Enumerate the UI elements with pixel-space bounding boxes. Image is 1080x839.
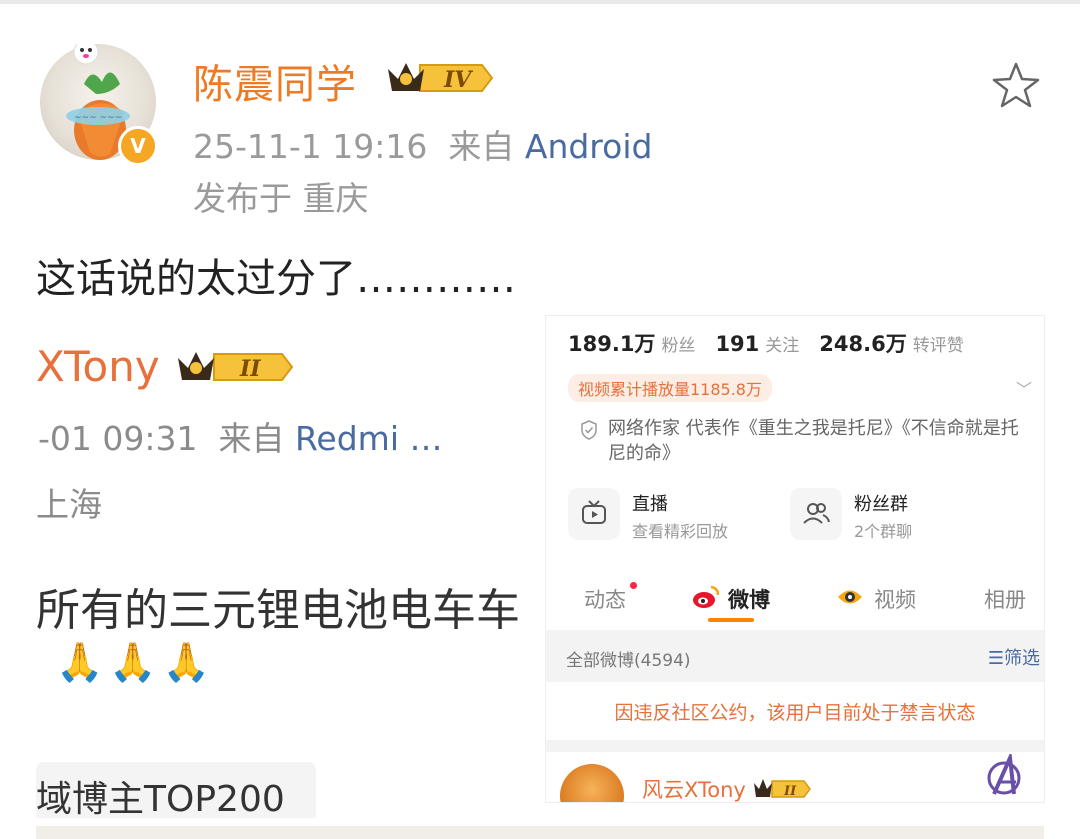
section-gap [546,740,1044,752]
footer-username: 风云XTony [642,778,746,802]
post-username[interactable]: 陈震同学 [193,52,357,110]
quoted-from-label: 来自 [218,419,285,458]
post-source[interactable]: Android [525,127,653,166]
quoted-time: -01 09:31 [38,419,198,458]
fans-group-subtitle: 2个群聊 [854,522,913,541]
level-badge-text: II [783,784,797,799]
profile-tabs: 动态 微博 视频 相册 [546,574,1044,628]
tv-icon [568,488,620,540]
likes-value: 248.6万 [819,332,907,356]
crown-badge-icon: IV [388,63,494,93]
next-image-strip [36,826,1044,839]
crown-badge-icon: II [178,352,294,382]
followers-value: 189.1万 [568,332,656,356]
likes-label: 转评赞 [912,336,964,356]
tab-active-indicator [708,618,754,622]
top-divider [0,0,1080,4]
tab-weibo: 微博 [728,588,770,612]
left-screenshot-image[interactable]: XTony II -01 09:31 来自 Redmi … 上海 所有的三元锂电… [36,318,544,818]
quoted-text: 所有的三元锂电池电车车 [36,585,520,636]
post-meta: 25-11-1 19:16 来自 Android [193,120,652,168]
avengers-logo-icon [987,754,1021,795]
quoted-location: 上海 [36,485,102,524]
right-screenshot-image[interactable]: 189.1万 粉丝 191 关注 248.6万 转评赞 视频累计播放量1185.8万 ﹀ … [546,316,1044,802]
live-title: 直播 [632,494,668,515]
all-weibo-count: 全部微博(4594) [566,651,691,671]
play-count-pill: 视频累计播放量1185.8万 [568,374,772,402]
tab-album: 相册 [984,588,1026,612]
level-badge-text: IV [443,67,473,93]
from-label: 来自 [448,127,515,166]
tab-dynamics: 动态 [584,588,626,612]
people-icon [790,488,842,540]
tiger-avatar [560,764,624,802]
verified-icon: V [118,126,158,166]
live-subtitle: 查看精彩回放 [632,522,729,541]
following-label: 关注 [765,336,800,356]
fans-group-title: 粉丝群 [854,494,908,515]
filter-bar: 全部微博(4594) ☰筛选 [546,630,1044,682]
quoted-tag-text: 域博主TOP200 [36,779,285,818]
svg-text:~~~ ~~~: ~~~ ~~~ [74,113,122,123]
shield-check-icon [581,420,597,440]
banned-notice-text: 因违反社区公约，该用户目前处于禁言状态 [614,702,976,724]
notification-dot [630,582,637,589]
quoted-source: Redmi … [294,419,443,458]
crown-badge-icon: II [754,779,811,799]
tab-video: 视频 [874,588,916,612]
following-value: 191 [715,332,760,356]
eye-icon [838,590,862,604]
followers-label: 粉丝 [661,336,696,356]
filter-button: ☰筛选 [987,648,1040,669]
post-location: 发布于 重庆 [193,179,369,218]
filter-label: 筛选 [1004,648,1040,669]
weibo-logo-icon [693,585,720,608]
post-time: 25-11-1 19:16 [193,127,428,166]
pray-emoji-icon: 🙏🙏🙏 [56,640,216,684]
star-icon[interactable] [990,60,1042,112]
level-badge-text: II [239,356,261,382]
profile-stats: 189.1万 粉丝 191 关注 248.6万 转评赞 [568,328,984,358]
quoted-username: XTony [36,342,160,391]
quoted-meta: -01 09:31 来自 Redmi … [38,412,443,460]
banned-notice: 因违反社区公约，该用户目前处于禁言状态 [546,682,1044,740]
writer-description: 网络作家 代表作《重生之我是托尼》《不信命就是托尼的命》 [608,418,1019,464]
quoted-tag: 域博主TOP200 [36,762,316,818]
chevron-down-icon: ﹀ [1016,380,1033,399]
post-text: 这话说的太过分了………… [36,256,516,302]
